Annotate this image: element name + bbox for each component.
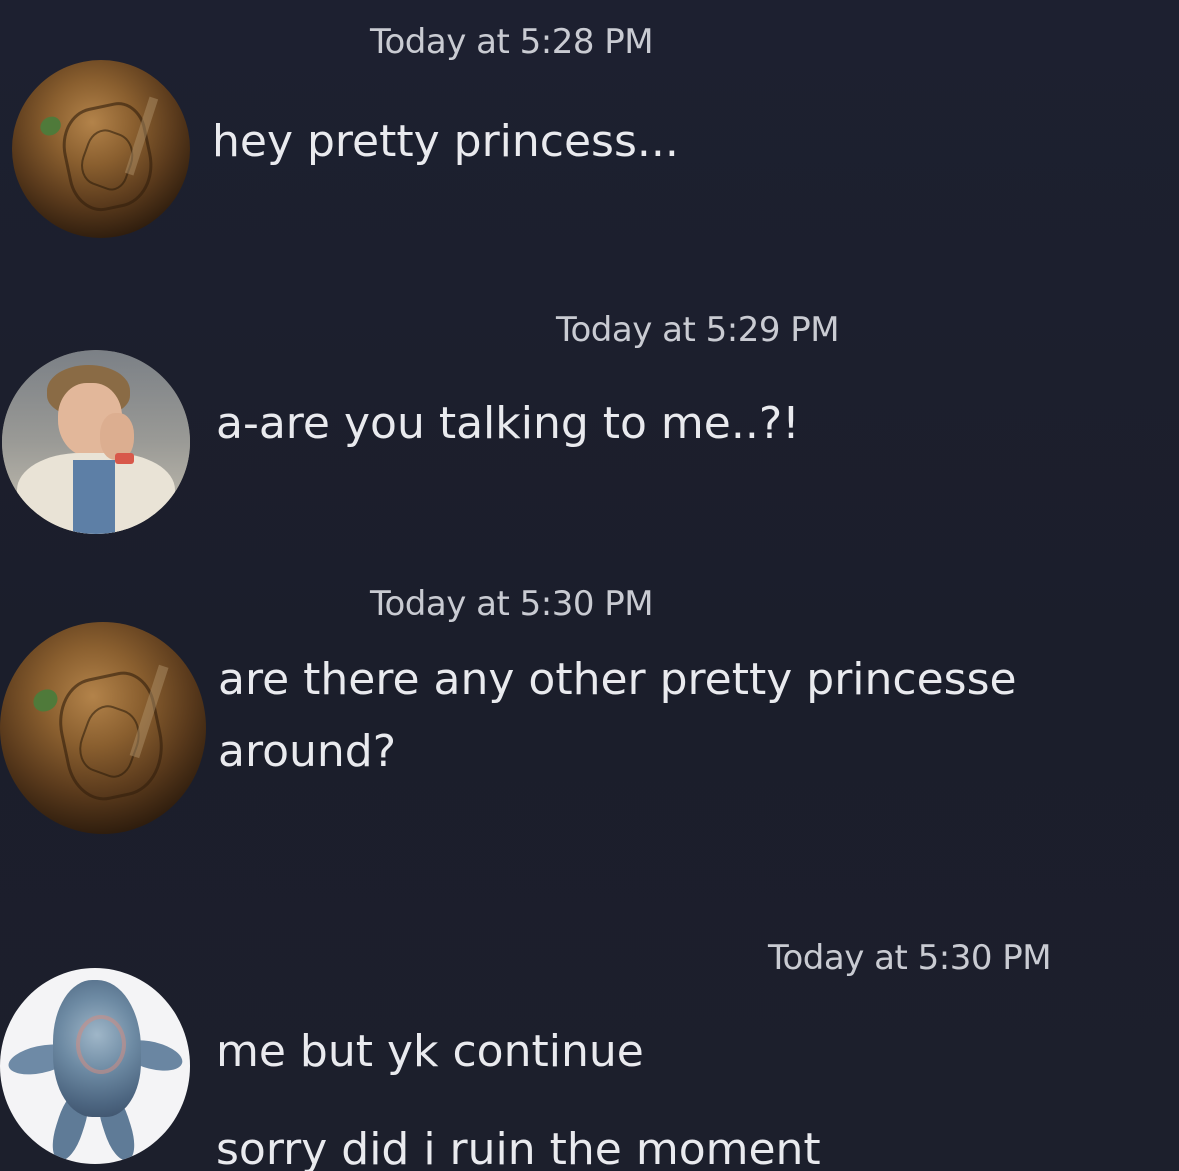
- message-text: hey pretty princess...: [212, 116, 679, 167]
- message-timestamp: Today at 5:28 PM: [370, 22, 654, 62]
- message-timestamp: Today at 5:29 PM: [556, 310, 840, 350]
- avatar-detail: [29, 685, 62, 716]
- avatar-detail: [37, 112, 65, 139]
- message-group: Today at 5:28 PM hey pretty princess...: [0, 0, 1179, 260]
- message-text: a-are you talking to me..?!: [216, 398, 800, 449]
- message-timestamp: Today at 5:30 PM: [768, 938, 1052, 978]
- rock-avatar-icon[interactable]: [0, 622, 206, 834]
- message-group: Today at 5:30 PM me but yk continue sorr…: [0, 920, 1179, 1171]
- rock-avatar-icon[interactable]: [12, 60, 190, 238]
- person-avatar-icon[interactable]: [2, 350, 190, 534]
- creature-avatar-icon[interactable]: [0, 968, 190, 1164]
- message-timestamp: Today at 5:30 PM: [370, 584, 654, 624]
- message-text: are there any other pretty princesse: [218, 654, 1017, 705]
- message-group: Today at 5:29 PM a-are you talking to me…: [0, 300, 1179, 540]
- avatar-detail: [114, 453, 134, 465]
- avatar-detail: [76, 1015, 126, 1074]
- avatar-detail: [73, 460, 115, 534]
- message-text: me but yk continue: [216, 1026, 644, 1077]
- message-text: around?: [218, 726, 397, 777]
- chat-view: Today at 5:28 PM hey pretty princess... …: [0, 0, 1179, 1171]
- message-text: sorry did i ruin the moment: [216, 1124, 821, 1171]
- message-group: Today at 5:30 PM are there any other pre…: [0, 570, 1179, 850]
